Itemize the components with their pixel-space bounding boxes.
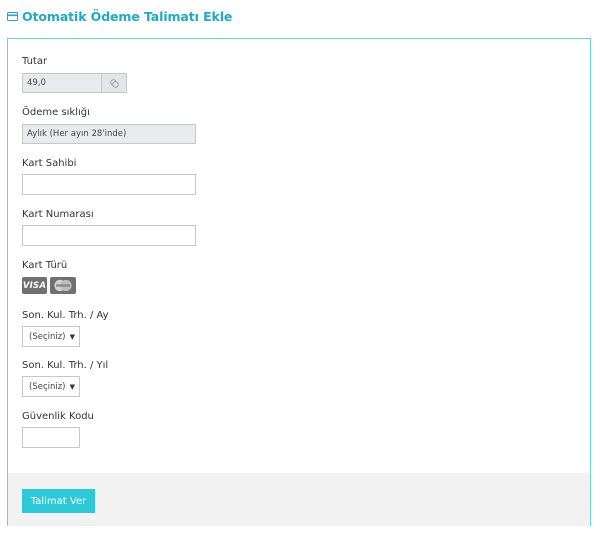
- frequency-label: Ödeme sıklığı: [22, 107, 90, 118]
- security-code-input[interactable]: [22, 427, 80, 448]
- page-title: Otomatik Ödeme Talimatı Ekle: [22, 8, 233, 24]
- card-type-logos: VISA: [22, 277, 76, 294]
- expiry-year-select[interactable]: (Seçiniz) ▼: [22, 376, 80, 397]
- mastercard-logo: [50, 277, 76, 294]
- currency-icon: [109, 78, 119, 88]
- visa-logo: VISA: [22, 277, 47, 294]
- payment-instruction-form: Tutar Ödeme sıklığı Aylık (Her ayın 28'i…: [7, 38, 591, 526]
- security-code-label: Güvenlik Kodu: [22, 411, 94, 422]
- amount-addon: [102, 73, 127, 93]
- page-header: Otomatik Ödeme Talimatı Ekle: [7, 7, 232, 25]
- credit-card-icon: [7, 7, 18, 25]
- form-footer: Talimat Ver: [8, 473, 590, 526]
- expiry-year-selected: (Seçiniz): [29, 381, 66, 392]
- amount-label: Tutar: [22, 56, 48, 67]
- expiry-month-selected: (Seçiniz): [29, 331, 66, 342]
- card-number-input[interactable]: [22, 225, 196, 246]
- amount-field-group: [22, 73, 127, 93]
- card-type-label: Kart Türü: [22, 260, 68, 271]
- chevron-down-icon: ▼: [69, 332, 75, 341]
- card-holder-input[interactable]: [22, 174, 196, 195]
- frequency-field: Aylık (Her ayın 28'inde): [22, 124, 196, 144]
- expiry-month-label: Son. Kul. Trh. / Ay: [22, 310, 109, 321]
- amount-input[interactable]: [22, 73, 102, 93]
- expiry-year-label: Son. Kul. Trh. / Yıl: [22, 360, 109, 371]
- card-number-label: Kart Numarası: [22, 209, 94, 220]
- expiry-month-select[interactable]: (Seçiniz) ▼: [22, 326, 80, 347]
- submit-button[interactable]: Talimat Ver: [22, 489, 95, 513]
- card-holder-label: Kart Sahibi: [22, 158, 77, 169]
- chevron-down-icon: ▼: [69, 382, 75, 391]
